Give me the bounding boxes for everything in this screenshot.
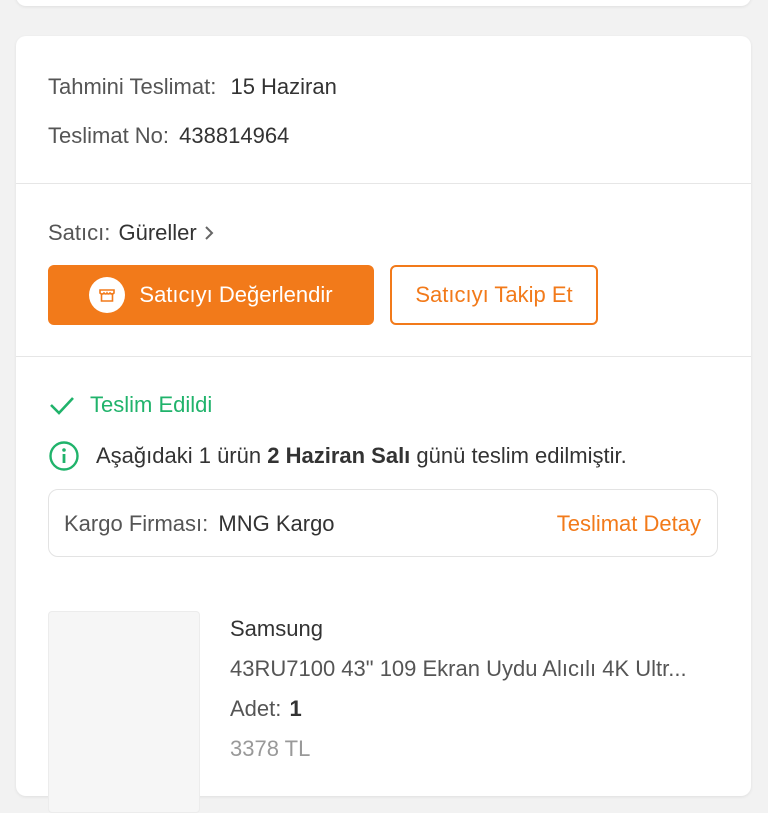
quantity-value: 1	[289, 696, 302, 721]
info-icon	[49, 441, 79, 471]
delivery-number-label: Teslimat No:	[48, 123, 170, 148]
estimated-delivery-label: Tahmini Teslimat:	[48, 74, 217, 99]
product-brand: Samsung	[230, 616, 323, 641]
divider	[16, 183, 751, 184]
order-card: Tahmini Teslimat: 15 Haziran Teslimat No…	[16, 36, 751, 813]
cargo-box: Kargo Firması: MNG Kargo Teslimat Detay	[48, 489, 718, 557]
product-name[interactable]: 43RU7100 43" 109 Ekran Uydu Alıcılı 4K U…	[230, 656, 720, 682]
status-text: Teslim Edildi	[90, 392, 213, 417]
info-suffix: günü teslim edilmiştir.	[410, 443, 627, 468]
seller-link[interactable]: Güreller	[116, 220, 214, 246]
info-date: 2 Haziran Salı	[267, 443, 411, 468]
quantity-label: Adet:	[230, 696, 282, 721]
rate-seller-label: Satıcıyı Değerlendir	[139, 282, 333, 307]
previous-card	[16, 0, 751, 6]
delivery-number: Teslimat No: 438814964	[48, 123, 289, 149]
follow-seller-label: Satıcıyı Takip Et	[415, 282, 573, 307]
checkmark-icon	[50, 397, 74, 415]
delivery-detail-link[interactable]: Teslimat Detay	[557, 511, 701, 537]
seller-name: Güreller	[118, 220, 197, 245]
info-prefix: Aşağıdaki 1 ürün	[96, 443, 268, 468]
delivery-number-value: 438814964	[179, 123, 290, 148]
cargo-company-name: MNG Kargo	[218, 511, 335, 536]
delivery-info: Aşağıdaki 1 ürün 2 Haziran Salı günü tes…	[48, 440, 627, 472]
info-text: Aşağıdaki 1 ürün 2 Haziran Salı günü tes…	[96, 443, 627, 469]
chevron-right-icon	[205, 226, 214, 240]
cargo-label: Kargo Firması:	[64, 511, 209, 536]
cargo-company: Kargo Firması: MNG Kargo	[64, 511, 335, 537]
estimated-delivery: Tahmini Teslimat: 15 Haziran	[48, 74, 337, 100]
seller-label: Satıcı:	[48, 220, 111, 245]
store-icon	[89, 277, 126, 313]
product-price: 3378 TL	[230, 736, 311, 761]
seller-row: Satıcı: Güreller	[48, 220, 215, 246]
delivery-status: Teslim Edildi	[48, 392, 212, 418]
estimated-delivery-value: 15 Haziran	[230, 74, 337, 99]
product-quantity: Adet: 1	[230, 696, 302, 722]
product-image[interactable]	[48, 611, 200, 813]
rate-seller-button[interactable]: Satıcıyı Değerlendir	[48, 265, 374, 325]
divider	[16, 356, 751, 357]
follow-seller-button[interactable]: Satıcıyı Takip Et	[390, 265, 598, 325]
